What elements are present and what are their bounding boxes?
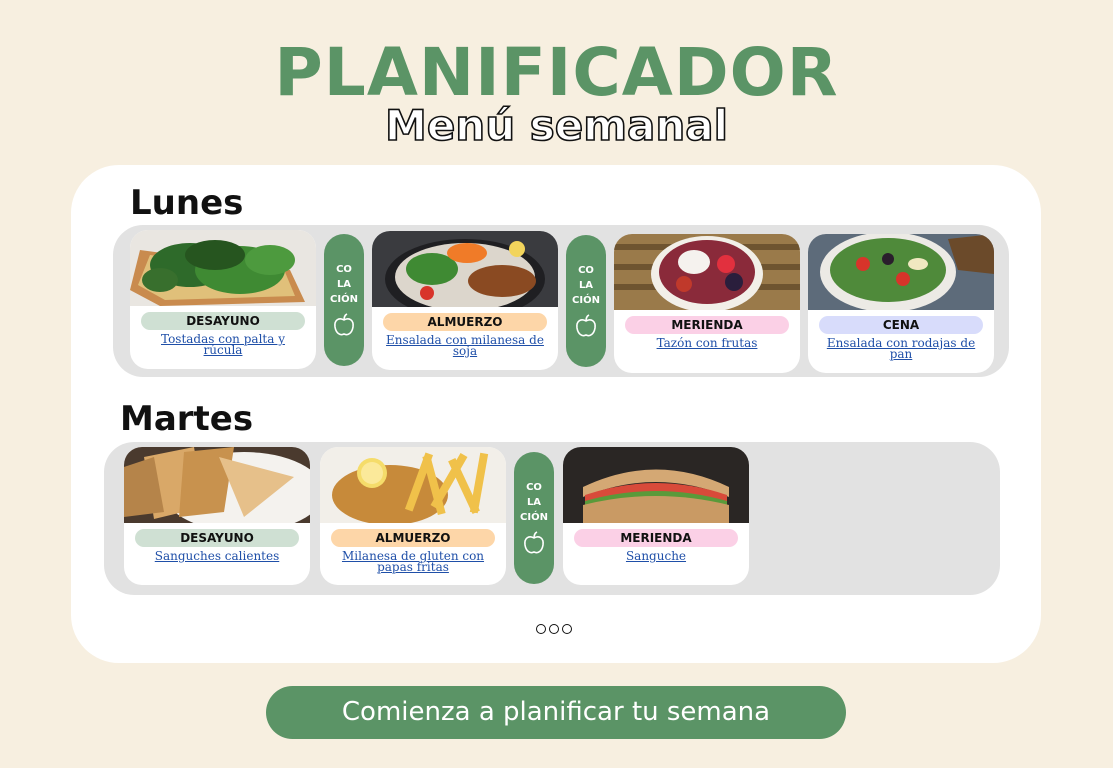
snack-label: CO LA CIÓN xyxy=(330,264,358,305)
dish-link-merienda[interactable]: Tazón con frutas xyxy=(624,337,790,349)
dish-link-cena[interactable]: Ensalada con rodajas de pan xyxy=(818,337,984,360)
meal-tag-merienda: MERIENDA xyxy=(574,529,738,547)
meal-card-cena[interactable]: CENA Ensalada con rodajas de pan xyxy=(808,234,994,373)
snack-button[interactable]: CO LA CIÓN xyxy=(514,452,554,584)
snack-label: CO LA CIÓN xyxy=(520,482,548,523)
dot xyxy=(536,624,546,634)
meal-card-almuerzo[interactable]: ALMUERZO Ensalada con milanesa de soja xyxy=(372,231,558,370)
dish-link-desayuno[interactable]: Tostadas con palta y rúcula xyxy=(140,333,306,356)
dish-link-almuerzo[interactable]: Ensalada con milanesa de soja xyxy=(382,334,548,357)
meal-card-almuerzo[interactable]: ALMUERZO Milanesa de gluten con papas fr… xyxy=(320,447,506,585)
apple-icon xyxy=(524,531,544,554)
meal-card-desayuno[interactable]: DESAYUNO Tostadas con palta y rúcula xyxy=(130,230,316,369)
meal-card-merienda[interactable]: MERIENDA Tazón con frutas xyxy=(614,234,800,373)
dish-link-almuerzo[interactable]: Milanesa de gluten con papas fritas xyxy=(330,550,496,573)
dish-link-merienda[interactable]: Sanguche xyxy=(573,550,739,562)
page-subtitle: Menú semanal xyxy=(384,100,729,151)
dot xyxy=(562,624,572,634)
meal-tag-almuerzo: ALMUERZO xyxy=(331,529,495,547)
menu-card: Lunes DESAYUNO Tostadas con palta y rúcu… xyxy=(71,165,1041,663)
meal-tag-desayuno: DESAYUNO xyxy=(135,529,299,547)
meal-tag-desayuno: DESAYUNO xyxy=(141,312,305,330)
snack-button[interactable]: CO LA CIÓN xyxy=(566,235,606,367)
start-planning-button[interactable]: Comienza a planificar tu semana xyxy=(266,686,846,739)
day-title-martes: Martes xyxy=(120,399,254,439)
food-photo-salad-bread xyxy=(808,234,994,310)
food-photo-toast xyxy=(130,230,316,306)
dish-link-desayuno[interactable]: Sanguches calientes xyxy=(134,550,300,562)
food-photo-milanesa-fries xyxy=(320,447,506,523)
apple-icon xyxy=(334,313,354,336)
snack-label: CO LA CIÓN xyxy=(572,265,600,306)
day-title-lunes: Lunes xyxy=(130,183,244,223)
day-band-lunes: DESAYUNO Tostadas con palta y rúcula CO L… xyxy=(113,225,1009,377)
snack-button[interactable]: CO LA CIÓN xyxy=(324,234,364,366)
meal-tag-almuerzo: ALMUERZO xyxy=(383,313,547,331)
dot xyxy=(549,624,559,634)
meal-card-desayuno[interactable]: DESAYUNO Sanguches calientes xyxy=(124,447,310,585)
meal-card-merienda[interactable]: MERIENDA Sanguche xyxy=(563,447,749,585)
food-photo-fruit-bowl xyxy=(614,234,800,310)
more-dots-indicator[interactable] xyxy=(536,624,575,634)
food-photo-sandwich xyxy=(563,447,749,523)
meal-tag-cena: CENA xyxy=(819,316,983,334)
apple-icon xyxy=(576,314,596,337)
meal-tag-merienda: MERIENDA xyxy=(625,316,789,334)
day-band-martes: DESAYUNO Sanguches calientes ALMUERZO Mi… xyxy=(104,442,1000,595)
food-photo-toasted-sandwiches xyxy=(124,447,310,523)
food-photo-salad-milanesa xyxy=(372,231,558,307)
